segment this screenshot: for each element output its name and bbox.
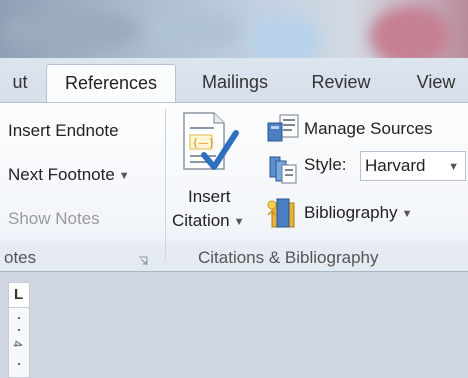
style-label: Style: — [304, 155, 347, 174]
title-bar — [0, 0, 468, 58]
chevron-down-icon[interactable]: ▼ — [448, 161, 459, 173]
tab-view[interactable]: View — [404, 64, 468, 102]
manage-sources-button[interactable]: Manage Sources — [304, 119, 433, 139]
ribbon-tab-strip: ut References Mailings Review View — [0, 58, 468, 104]
style-icon — [266, 155, 300, 185]
tab-layout[interactable]: ut — [0, 64, 44, 102]
tab-references[interactable]: References — [46, 64, 176, 104]
insert-citation-button[interactable]: Citation ▼ — [172, 211, 245, 231]
insert-citation-label-line1[interactable]: Insert — [188, 187, 231, 207]
document-workspace: L 4 — [0, 272, 468, 378]
bibliography-icon — [266, 197, 300, 229]
tab-selector-label: L — [14, 286, 24, 303]
tab-review[interactable]: Review — [300, 64, 382, 102]
insert-citation-label-line2: Citation — [172, 211, 230, 230]
ruler-tick — [18, 329, 20, 331]
bibliography-button[interactable]: Bibliography ▼ — [304, 203, 412, 223]
insert-citation-icon[interactable]: {—} — [180, 109, 240, 179]
group-separator — [165, 109, 166, 261]
svg-text:{—}: {—} — [192, 138, 215, 149]
ruler-tick — [18, 363, 20, 365]
ruler-tick — [18, 317, 20, 319]
tab-mailings[interactable]: Mailings — [188, 64, 282, 102]
tab-selector-button[interactable]: L — [9, 283, 29, 308]
style-dropdown[interactable]: Harvard ▼ — [360, 151, 466, 181]
manage-sources-icon — [266, 113, 300, 143]
dialog-launcher-icon[interactable] — [138, 253, 148, 265]
ribbon-panel: Insert Endnote Next Footnote ▼ Show Notes… — [0, 102, 468, 272]
ruler-number-icon: 4 — [10, 340, 25, 348]
style-value: Harvard — [365, 156, 426, 175]
insert-endnote-button[interactable]: Insert Endnote — [8, 121, 119, 141]
next-footnote-button[interactable]: Next Footnote ▼ — [8, 165, 130, 185]
chevron-down-icon: ▼ — [233, 215, 245, 228]
show-notes-button[interactable]: Show Notes — [8, 209, 100, 229]
chevron-down-icon: ▼ — [118, 169, 130, 182]
vertical-ruler: L 4 — [8, 282, 30, 378]
chevron-down-icon: ▼ — [401, 207, 413, 220]
citations-group-label: Citations & Bibliography — [198, 248, 379, 267]
footnotes-group-label: otes — [4, 248, 37, 267]
next-footnote-label: Next Footnote — [8, 165, 115, 184]
bibliography-label: Bibliography — [304, 203, 398, 222]
